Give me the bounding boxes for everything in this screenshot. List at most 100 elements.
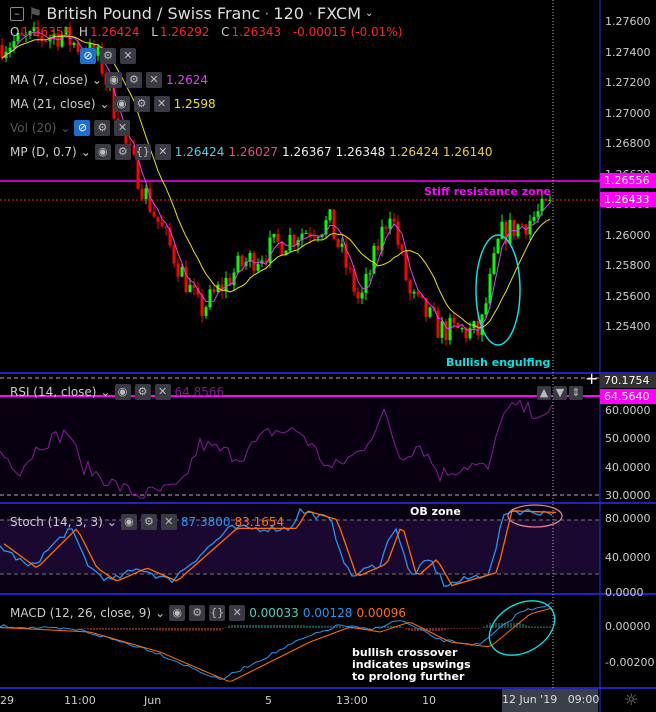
close-icon[interactable]: ✕ [154,144,171,160]
stoch-d-value: 83.1654 [234,515,285,529]
annotation-line: to prolong further [352,670,465,683]
candle [360,292,364,299]
candle [484,303,488,315]
candle [544,198,548,201]
eye-icon[interactable]: ◉ [105,72,122,88]
macd-axis-tick: 0.00000 [605,620,651,633]
low-label: L [151,25,158,39]
eye-icon[interactable]: ◉ [120,514,137,530]
gear-icon[interactable]: ⚙ [94,120,111,136]
candle [384,226,388,229]
macd-label: MACD (12, 26, close, 9) [10,606,152,620]
time-tick: 11:00 [64,694,96,707]
close-icon[interactable]: ✕ [153,96,170,112]
vol-legend[interactable]: Vol (20) ⌄ ⊘ ⚙ ✕ [10,120,131,136]
candle [408,280,412,294]
low-value: 1.26292 [159,25,210,39]
last-price-tag: 1.26433 [600,192,656,207]
chart-window[interactable]: – ⚑ British Pound / Swiss Franc · 120 · FX… [0,0,656,712]
chevron-down-icon[interactable]: ⌄ [100,385,110,399]
symbol-title: British Pound / Swiss Franc [46,4,261,23]
candle [412,291,416,294]
mp-value: 1.26140 [442,145,493,159]
candle [160,222,164,227]
braces-icon[interactable]: {} [209,605,226,621]
macd-legend[interactable]: MACD (12, 26, close, 9) ⌄ ◉ ⚙{} ✕ 0.00033 0… [10,605,406,621]
mp-legend[interactable]: MP (D, 0.7) ⌄ ◉ ⚙{} ✕ 1.26424 1.26027 1.263… [10,144,493,160]
ma7-label: MA (7, close) [10,73,88,87]
rsi-legend[interactable]: RSI (14, close) ⌄ ◉ ⚙ ✕ 64.8566 [10,384,224,400]
stoch-label: Stoch (14, 3, 3) [10,515,103,529]
pane-controls: ▲ ▼ ⇕ [537,386,583,400]
close-label: C [221,25,230,39]
macd-crossover-circle [488,600,556,656]
chevron-down-icon[interactable]: ⌄ [107,515,117,529]
flag-icon: ⚑ [28,4,43,23]
candle [336,238,340,247]
crosshair-icon[interactable]: + [585,369,598,388]
move-up-icon[interactable]: ▲ [537,386,551,400]
candle [0,44,4,59]
macd-hist-value: 0.00033 [249,606,299,620]
mp-value: 1.26424 [389,145,439,159]
settings-icon[interactable]: ☼ [624,690,638,709]
gear-icon[interactable]: ⚙ [114,144,131,160]
candle [340,243,344,247]
candle [152,211,156,217]
mp-label: MP (D, 0.7) [10,145,77,159]
candle [72,42,76,45]
stoch-k-value: 87.3800 [180,515,231,529]
stoch-axis-tick: 40.0000 [605,551,651,564]
chevron-down-icon[interactable]: ⌄ [60,121,70,135]
symbol-header[interactable]: – ⚑ British Pound / Swiss Franc · 120 · FX… [10,4,373,23]
gear-icon[interactable]: ⚙ [133,96,150,112]
candle [496,238,500,254]
gear-icon[interactable]: ⚙ [189,605,206,621]
close-icon[interactable]: ✕ [114,120,131,136]
candle [416,291,420,295]
chevron-down-icon[interactable]: ⌄ [81,145,91,159]
maximize-icon[interactable]: ⇕ [569,386,583,400]
candle [224,277,228,292]
price-axis-tick: 1.26000 [605,228,651,242]
candle [236,255,240,273]
ma21-legend[interactable]: MA (21, close) ⌄ ◉ ⚙ ✕ 1.2598 [10,96,216,112]
stoch-legend[interactable]: Stoch (14, 3, 3) ⌄ ◉ ⚙ ✕ 87.3800 83.1654 [10,514,284,530]
price-axis-tick: 1.25400 [605,320,651,333]
gear-icon[interactable]: ⚙ [134,384,151,400]
chevron-down-icon[interactable]: ⌄ [100,97,110,111]
eye-icon[interactable]: ◉ [114,384,131,400]
hide-icon[interactable]: ⊘ [80,48,96,64]
close-icon[interactable]: ✕ [229,605,246,621]
gear-icon[interactable]: ⚙ [100,48,116,64]
eye-icon[interactable]: ◉ [169,605,186,621]
candle [292,234,296,246]
candle [444,321,448,341]
high-label: H [78,25,88,39]
candle [280,241,284,255]
close-icon[interactable]: ✕ [154,384,171,400]
close-icon[interactable]: ✕ [120,48,136,64]
price-axis-tick: 1.25800 [605,259,651,272]
close-icon[interactable]: ✕ [160,514,177,530]
candle [240,255,244,266]
chevron-down-icon[interactable]: ⌄ [92,73,102,87]
move-down-icon[interactable]: ▼ [553,386,567,400]
chevron-down-icon[interactable]: ⌄ [155,606,165,620]
candle [180,267,184,277]
close-icon[interactable]: ✕ [145,72,162,88]
price-axis-tick: 1.25600 [605,289,651,303]
gear-icon[interactable]: ⚙ [125,72,142,88]
gear-icon[interactable]: ⚙ [140,514,157,530]
eye-icon[interactable]: ◉ [113,96,130,112]
chevron-down-icon[interactable]: ⌄ [365,8,373,19]
close-value: 1.26343 [231,25,282,39]
collapse-icon[interactable]: – [10,6,24,21]
eye-icon[interactable]: ◉ [94,144,111,160]
ma7-legend[interactable]: MA (7, close) ⌄ ◉ ⚙ ✕ 1.2624 [10,72,208,88]
exchange: FXCM [317,4,362,23]
candle [276,234,280,242]
price-axis-tick: 1.27200 [605,76,651,89]
braces-icon[interactable]: {} [134,144,151,160]
hide-icon[interactable]: ⊘ [74,120,91,136]
